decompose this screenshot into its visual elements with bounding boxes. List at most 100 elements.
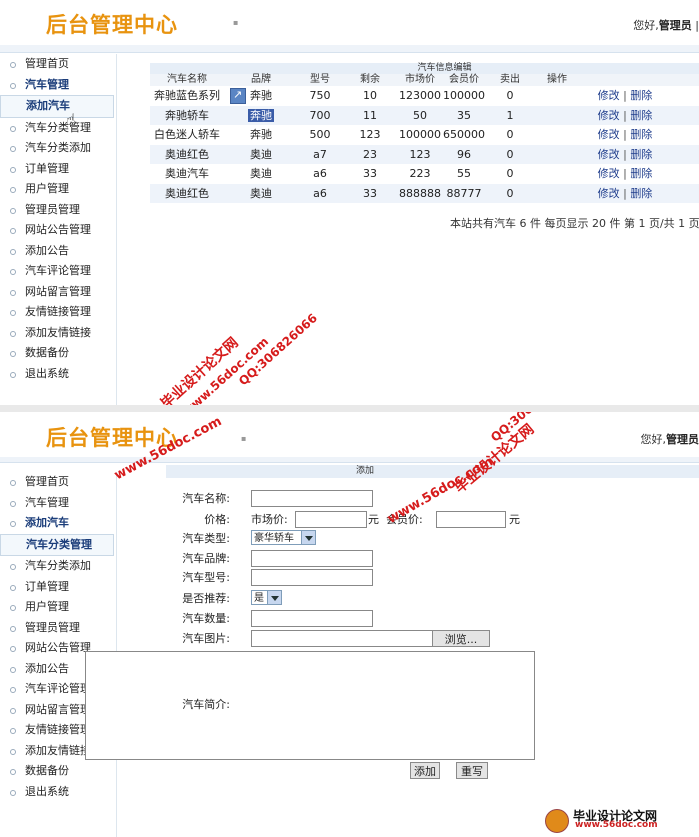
sidebar-item-car-manage[interactable]: 汽车管理 <box>0 493 116 514</box>
col-model: 型号 <box>310 74 330 85</box>
price-label: 价格: <box>204 513 230 526</box>
sidebar-item-add-notice[interactable]: 添加公告 <box>0 241 116 262</box>
screenshot-divider <box>0 405 699 412</box>
cell-brand: 奔驰 <box>250 89 272 102</box>
sidebar-item-messages[interactable]: 网站留言管理 <box>0 282 116 303</box>
car-brand-input[interactable] <box>251 550 373 567</box>
car-quantity-input[interactable] <box>251 610 373 627</box>
market-unit: 元 <box>368 513 379 526</box>
action-separator: | <box>623 167 627 180</box>
reset-button[interactable]: 重写 <box>456 762 488 779</box>
sidebar-item-home[interactable]: 管理首页 <box>0 472 116 493</box>
car-model-input[interactable] <box>251 569 373 586</box>
edit-link[interactable]: 修改 <box>598 128 620 141</box>
cell-model: 750 <box>309 89 331 102</box>
cell-name: 白色迷人轿车 <box>154 128 220 141</box>
cell-member: 35 <box>457 108 471 122</box>
delete-link[interactable]: 删除 <box>630 148 652 161</box>
sidebar-item-add-car[interactable]: 添加汽车 <box>0 513 116 534</box>
col-name: 汽车名称 <box>167 74 207 85</box>
greeting-text: 您好, <box>640 433 667 446</box>
sidebar-item-car-manage[interactable]: 汽车管理 <box>0 75 116 96</box>
sidebar-item-add-link[interactable]: 添加友情链接 <box>0 323 116 344</box>
sidebar-item-orders[interactable]: 订单管理 <box>0 577 116 598</box>
sidebar-item-comments[interactable]: 汽车评论管理 <box>0 261 116 282</box>
member-unit: 元 <box>509 513 520 526</box>
sidebar-item-backup[interactable]: 数据备份 <box>0 761 116 782</box>
cell-sold: 0 <box>506 147 514 161</box>
sidebar-item-users[interactable]: 用户管理 <box>0 179 116 200</box>
cell-member: 100000 <box>443 89 485 102</box>
edit-link[interactable]: 修改 <box>598 89 620 102</box>
sidebar-item-admins[interactable]: 管理员管理 <box>0 200 116 221</box>
cell-member: 96 <box>457 147 471 161</box>
action-separator: | <box>623 89 627 102</box>
action-separator: | <box>623 108 627 122</box>
edit-link[interactable]: 修改 <box>598 148 620 161</box>
cell-actions: 修改 | 删除 <box>590 106 660 126</box>
delete-link[interactable]: 删除 <box>630 187 652 200</box>
edit-link[interactable]: 修改 <box>598 187 620 200</box>
footer-logo: 毕业设计论文网 www.56doc.com <box>545 807 695 833</box>
car-name-input[interactable] <box>251 490 373 507</box>
hand-cursor-icon: ☝ <box>66 110 76 129</box>
brand-label: 汽车品牌: <box>182 552 230 565</box>
cell-model: a6 <box>313 167 327 180</box>
intro-row: 汽车简介: <box>166 695 699 714</box>
edit-link[interactable]: 修改 <box>598 109 620 122</box>
price-row: 价格: 市场价: 元 会员价: 元 <box>166 510 699 529</box>
member-price-input[interactable] <box>436 511 506 528</box>
action-separator: | <box>623 128 627 141</box>
header-rule <box>0 45 699 53</box>
col-sold: 卖出 <box>500 74 520 85</box>
cell-actions: 修改 | 删除 <box>590 125 660 145</box>
sidebar-item-notices[interactable]: 网站公告管理 <box>0 220 116 241</box>
sidebar-item-category-add[interactable]: 汽车分类添加 <box>0 556 116 577</box>
table-row: 奔驰蓝色系列 奔驰 750 10 123000 100000 0 修改 | 删除 <box>150 85 699 106</box>
sidebar-item-admins[interactable]: 管理员管理 <box>0 618 116 639</box>
greeting-separator: | <box>695 19 699 32</box>
add-button[interactable]: 添加 <box>410 762 440 779</box>
logo-text: 后台管理中心 <box>46 13 178 37</box>
market-price-input[interactable] <box>295 511 367 528</box>
delete-link[interactable]: 删除 <box>630 89 652 102</box>
sidebar-item-users[interactable]: 用户管理 <box>0 597 116 618</box>
cell-sold: 0 <box>506 167 514 180</box>
sidebar-item-add-car[interactable]: 添加汽车 <box>0 95 114 118</box>
sidebar-item-category-add[interactable]: 汽车分类添加 <box>0 138 116 159</box>
cell-brand: 奥迪 <box>250 186 272 200</box>
cell-remaining: 123 <box>359 128 381 141</box>
sidebar-item-category-manage[interactable]: 汽车分类管理 <box>0 118 116 139</box>
browse-button[interactable]: 浏览... <box>432 630 490 647</box>
cell-name: 奥迪汽车 <box>165 167 209 180</box>
sidebar-item-home[interactable]: 管理首页 <box>0 54 116 75</box>
delete-link[interactable]: 删除 <box>630 109 652 122</box>
sidebar-item-category-manage[interactable]: 汽车分类管理 <box>0 533 114 556</box>
globe-icon <box>545 809 569 833</box>
chevron-down-icon <box>267 591 281 604</box>
greeting: 您好,管理员 | <box>633 17 699 33</box>
recommend-value: 是 <box>254 593 264 604</box>
delete-link[interactable]: 删除 <box>630 128 652 141</box>
cell-member: 650000 <box>443 128 485 141</box>
sidebar-item-logout[interactable]: 退出系统 <box>0 364 116 385</box>
image-label: 汽车图片: <box>182 632 230 645</box>
car-type-select[interactable]: 豪华轿车 <box>251 530 316 545</box>
edit-link[interactable]: 修改 <box>598 167 620 180</box>
cell-brand: 奥迪 <box>250 147 272 161</box>
cell-model: 500 <box>309 128 331 141</box>
sidebar-item-logout[interactable]: 退出系统 <box>0 782 116 803</box>
sidebar-item-orders[interactable]: 订单管理 <box>0 159 116 180</box>
sidebar-item-links[interactable]: 友情链接管理 <box>0 302 116 323</box>
delete-link[interactable]: 删除 <box>630 167 652 180</box>
header: 后台管理中心 ▪ 您好,管理员 <box>0 412 699 457</box>
car-image-input[interactable] <box>251 630 433 647</box>
admin-name: 管理员 <box>658 19 692 32</box>
sidebar-item-backup[interactable]: 数据备份 <box>0 343 116 364</box>
cell-model: a6 <box>313 186 327 200</box>
recommend-select[interactable]: 是 <box>251 590 282 605</box>
chevron-down-icon <box>301 531 315 544</box>
type-row: 汽车类型: 豪华轿车 <box>166 529 699 548</box>
image-row: 汽车图片: 浏览... <box>166 629 699 648</box>
cell-remaining: 10 <box>363 89 377 102</box>
